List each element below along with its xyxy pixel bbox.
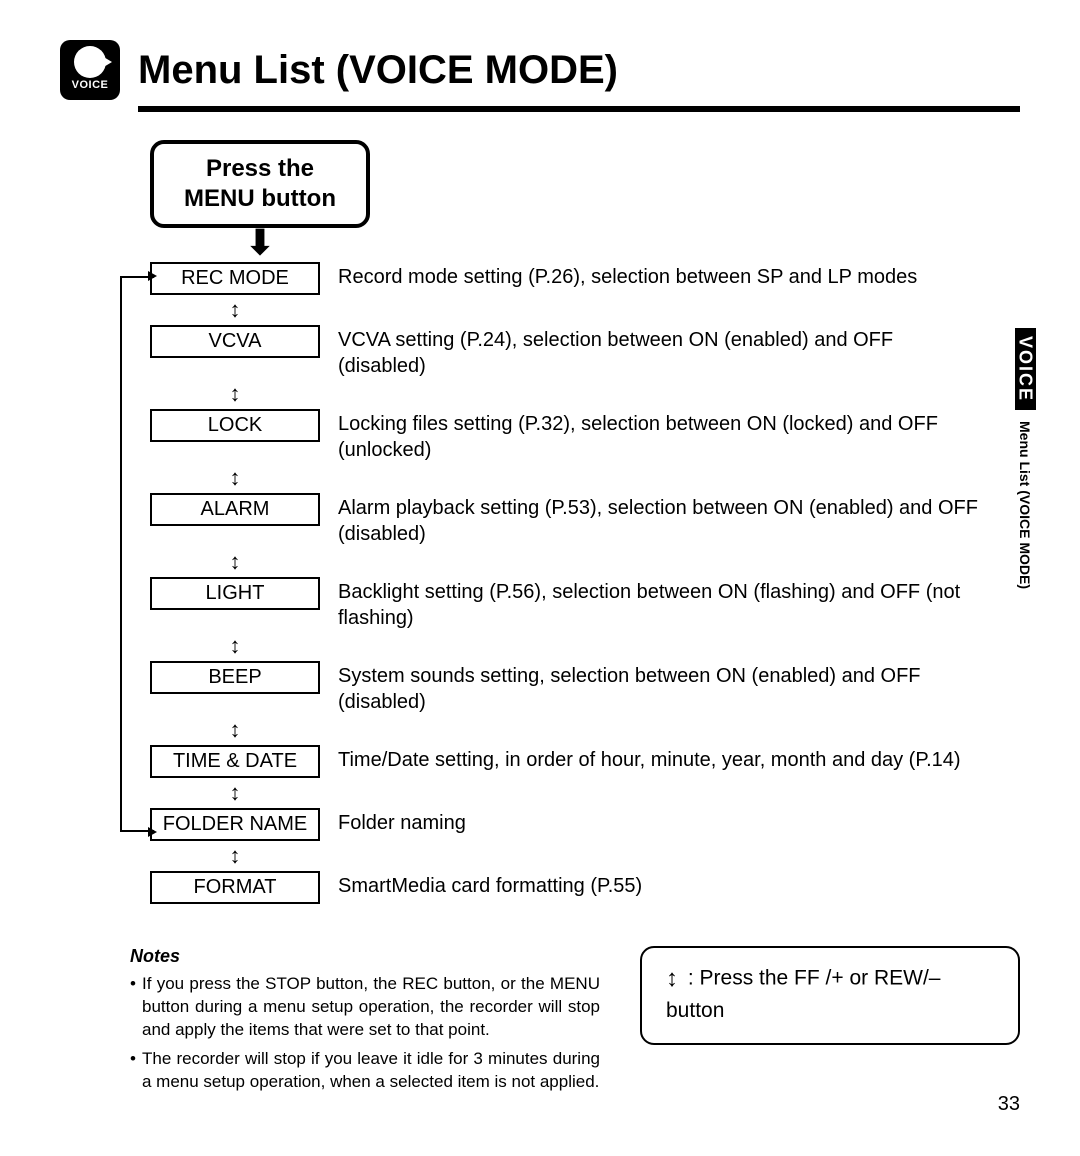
start-box: Press the MENU button: [150, 140, 370, 228]
menu-item-desc: Alarm playback setting (P.53), selection…: [338, 493, 978, 547]
voice-icon-label: VOICE: [72, 79, 109, 91]
menu-item-box: LOCK: [150, 409, 320, 442]
side-tab: VOICE Menu List (VOICE MODE): [1008, 328, 1042, 594]
title-rule: [138, 106, 1020, 112]
page-header: VOICE Menu List (VOICE MODE): [60, 40, 1020, 100]
menu-row: LOCK Locking files setting (P.32), select…: [150, 409, 1020, 463]
menu-item-desc: Time/Date setting, in order of hour, min…: [338, 745, 961, 773]
updown-arrow-icon: ↕: [666, 962, 678, 996]
menu-item-box: ALARM: [150, 493, 320, 526]
menu-list: REC MODE Record mode setting (P.26), sele…: [150, 262, 1020, 904]
menu-item-desc: System sounds setting, selection between…: [338, 661, 978, 715]
start-box-line2: MENU button: [176, 184, 344, 214]
menu-row: VCVA VCVA setting (P.24), selection betwe…: [150, 325, 1020, 379]
note-item: The recorder will stop if you leave it i…: [130, 1048, 600, 1094]
menu-row: FORMAT SmartMedia card formatting (P.55): [150, 871, 1020, 904]
menu-item-box: TIME & DATE: [150, 745, 320, 778]
legend-text: : Press the FF /+ or REW/– button: [666, 966, 941, 1021]
legend-box: ↕ : Press the FF /+ or REW/– button: [640, 946, 1020, 1045]
menu-row: LIGHT Backlight setting (P.56), selection…: [150, 577, 1020, 631]
start-box-line1: Press the: [176, 154, 344, 184]
menu-item-desc: SmartMedia card formatting (P.55): [338, 871, 642, 899]
menu-item-box: LIGHT: [150, 577, 320, 610]
loop-arrow-top-icon: [148, 271, 157, 281]
notes-section: Notes If you press the STOP button, the …: [130, 946, 1020, 1100]
loop-connector: [120, 276, 154, 832]
menu-item-box: REC MODE: [150, 262, 320, 295]
updown-arrow-icon: ↕: [150, 782, 320, 804]
menu-row: REC MODE Record mode setting (P.26), sele…: [150, 262, 1020, 295]
menu-item-box: VCVA: [150, 325, 320, 358]
updown-arrow-icon: ↕: [150, 635, 320, 657]
notes-column: Notes If you press the STOP button, the …: [130, 946, 600, 1100]
menu-item-box: FOLDER NAME: [150, 808, 320, 841]
down-arrow-icon: ⬇: [150, 226, 370, 260]
menu-row: FOLDER NAME Folder naming: [150, 808, 1020, 841]
voice-icon: VOICE: [60, 40, 120, 100]
menu-item-desc: Locking files setting (P.32), selection …: [338, 409, 978, 463]
side-tab-rest: Menu List (VOICE MODE): [1017, 421, 1033, 589]
menu-row: ALARM Alarm playback setting (P.53), sele…: [150, 493, 1020, 547]
menu-row: BEEP System sounds setting, selection bet…: [150, 661, 1020, 715]
updown-arrow-icon: ↕: [150, 467, 320, 489]
menu-item-desc: VCVA setting (P.24), selection between O…: [338, 325, 978, 379]
updown-arrow-icon: ↕: [150, 383, 320, 405]
loop-arrow-bottom-icon: [148, 827, 157, 837]
page-title: Menu List (VOICE MODE): [138, 48, 618, 93]
side-tab-black: VOICE: [1015, 328, 1036, 410]
page-number: 33: [998, 1093, 1020, 1116]
notes-heading: Notes: [130, 946, 600, 967]
updown-arrow-icon: ↕: [150, 845, 320, 867]
updown-arrow-icon: ↕: [150, 299, 320, 321]
menu-item-desc: Record mode setting (P.26), selection be…: [338, 262, 917, 290]
note-item: If you press the STOP button, the REC bu…: [130, 973, 600, 1042]
menu-row: TIME & DATE Time/Date setting, in order o…: [150, 745, 1020, 778]
menu-item-desc: Folder naming: [338, 808, 466, 836]
updown-arrow-icon: ↕: [150, 719, 320, 741]
notes-list: If you press the STOP button, the REC bu…: [130, 973, 600, 1094]
updown-arrow-icon: ↕: [150, 551, 320, 573]
menu-item-box: FORMAT: [150, 871, 320, 904]
menu-item-desc: Backlight setting (P.56), selection betw…: [338, 577, 978, 631]
menu-item-box: BEEP: [150, 661, 320, 694]
